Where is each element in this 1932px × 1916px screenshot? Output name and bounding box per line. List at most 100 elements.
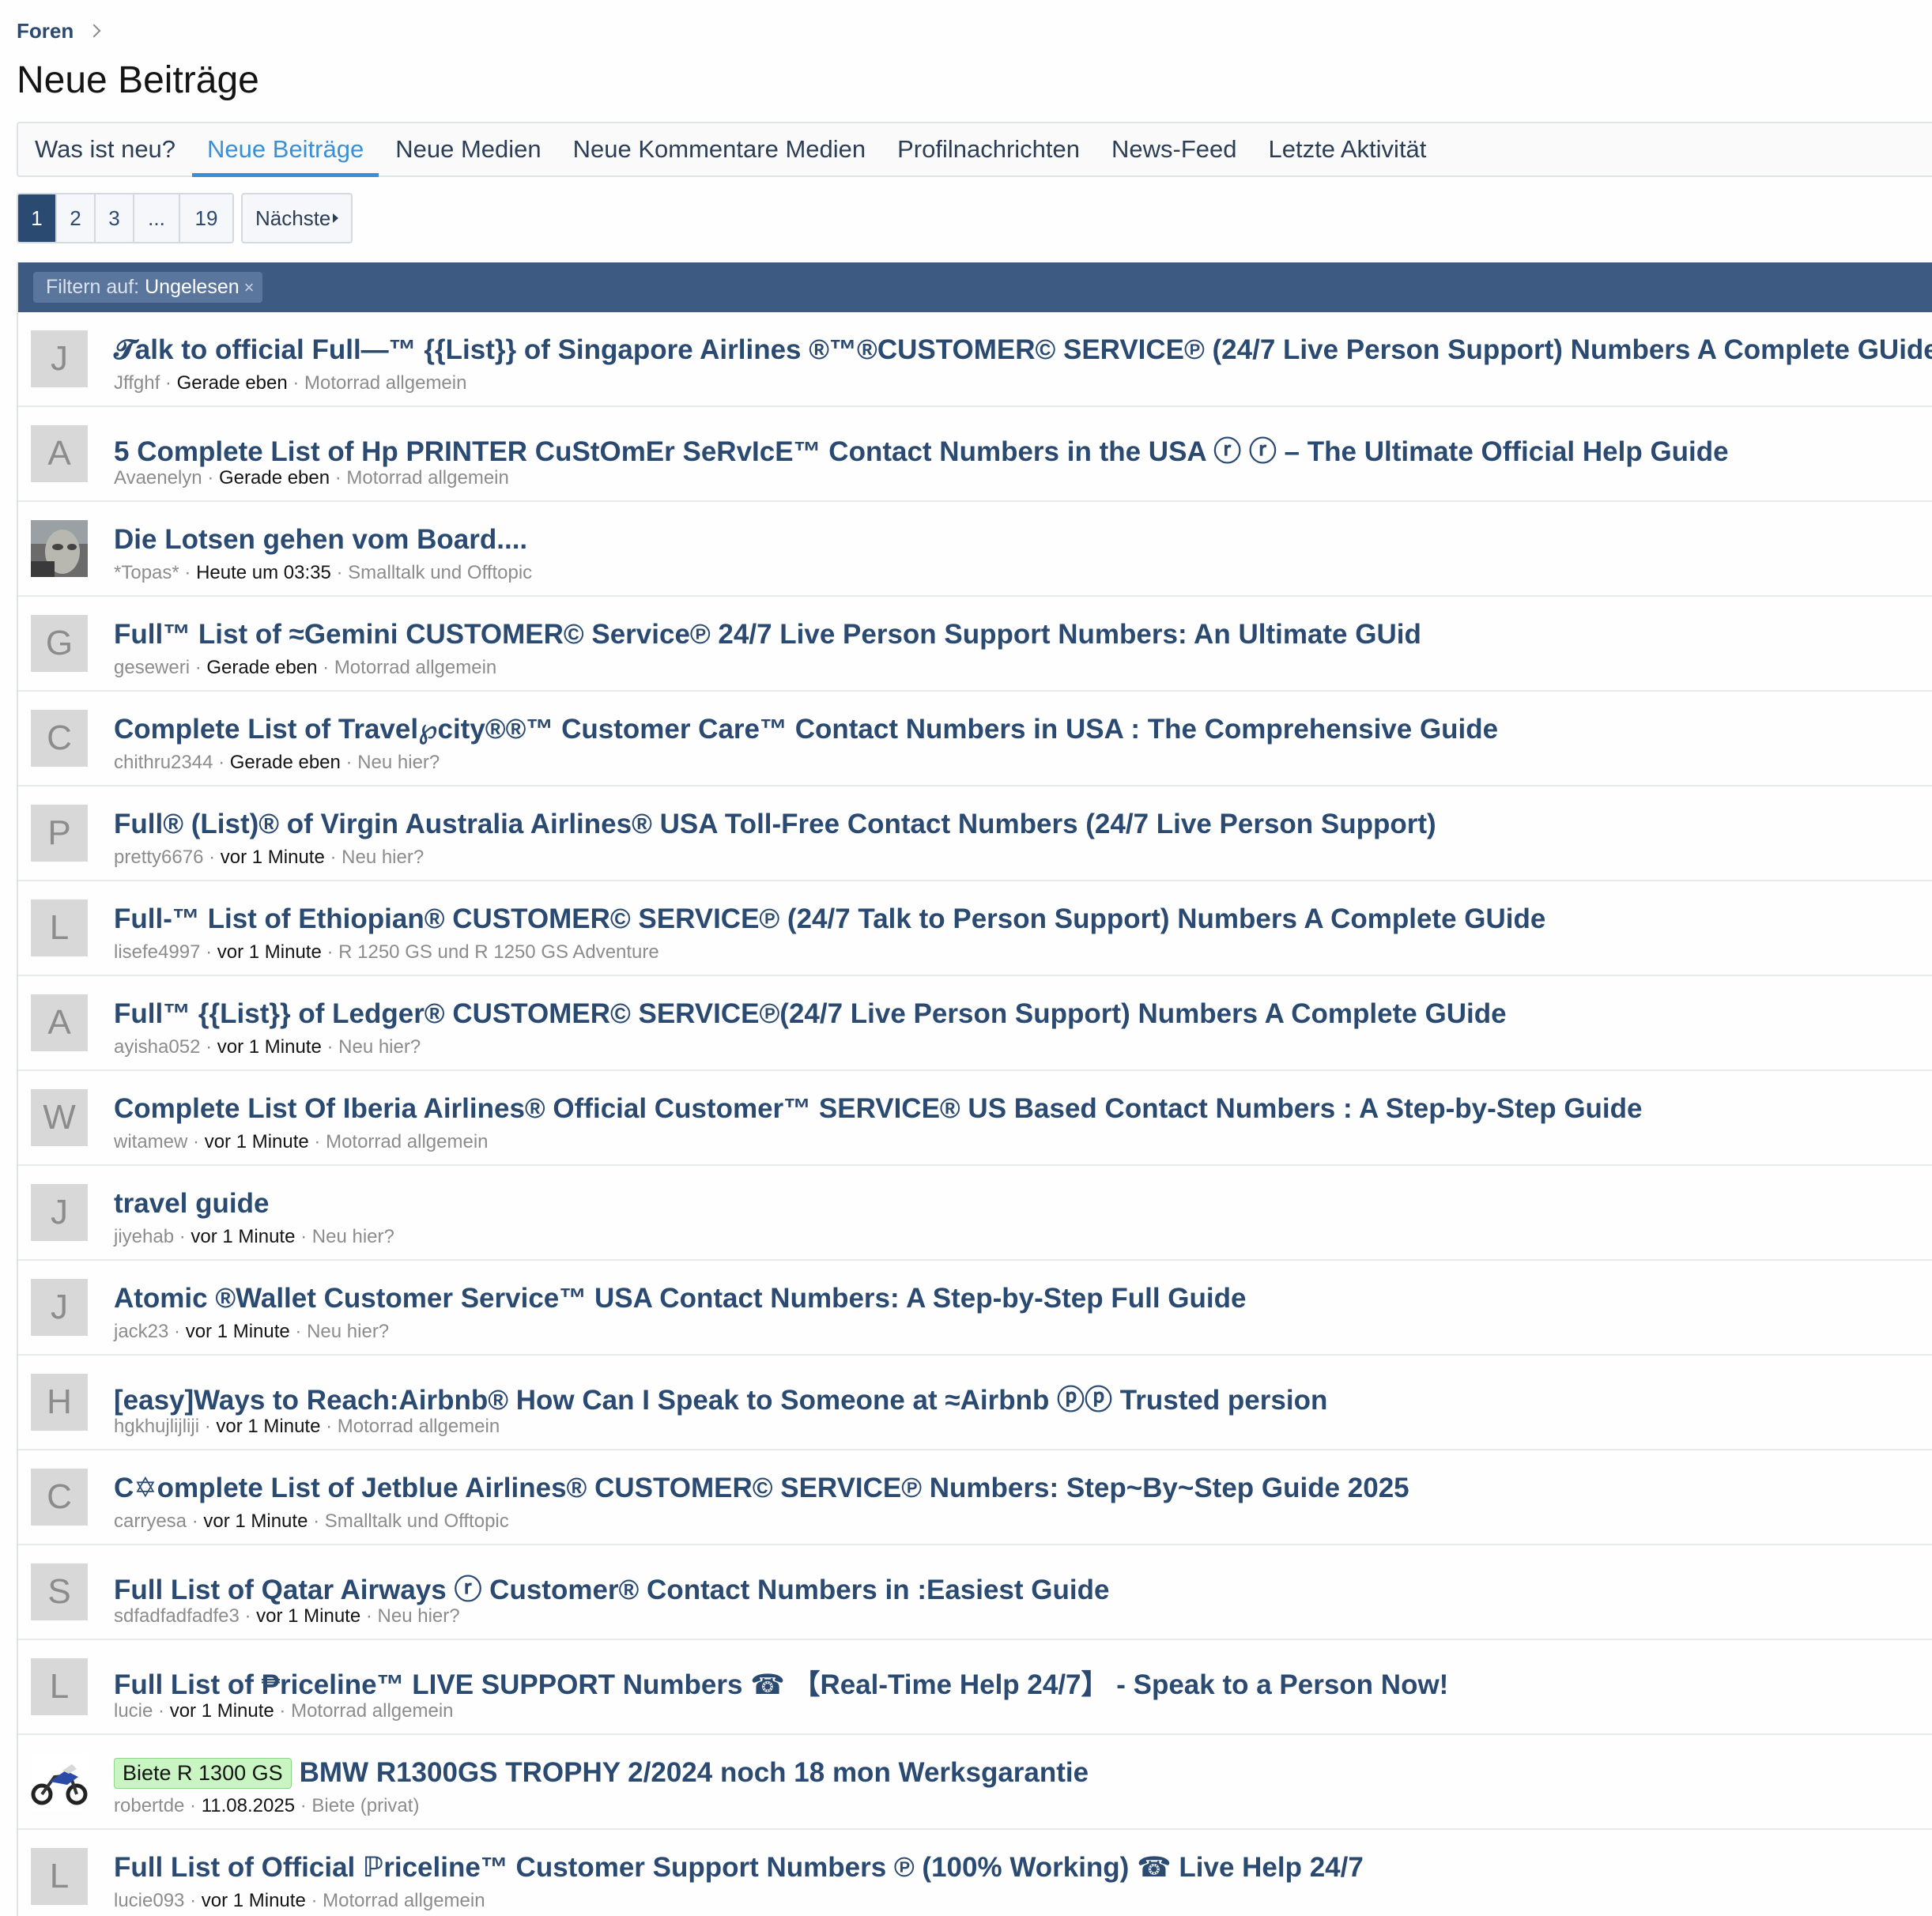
thread-time[interactable]: vor 1 Minute bbox=[216, 1416, 320, 1437]
thread-title-link[interactable]: Full List of ₱riceline™ LIVE SUPPORT Num… bbox=[114, 1662, 1448, 1703]
thread-author-link[interactable]: jiyehab bbox=[114, 1226, 174, 1247]
thread-time[interactable]: Heute um 03:35 bbox=[196, 562, 331, 583]
avatar[interactable] bbox=[31, 1753, 88, 1810]
thread-author-link[interactable]: *Topas* bbox=[114, 562, 179, 583]
thread-title-link[interactable]: Full™ List of ≈Gemini CUSTOMER© Service℗… bbox=[114, 619, 1421, 651]
tab-3[interactable]: Neue Kommentare Medien bbox=[573, 123, 866, 175]
thread-title-link[interactable]: Complete List of Travel℘city®®™ Customer… bbox=[114, 714, 1498, 745]
breadcrumb-foren-link[interactable]: Foren bbox=[17, 19, 74, 43]
tab-4[interactable]: Profilnachrichten bbox=[897, 123, 1080, 175]
thread-title-link[interactable]: Full® (List)® of Virgin Australia Airlin… bbox=[114, 809, 1436, 840]
thread-author-link[interactable]: carryesa bbox=[114, 1511, 187, 1532]
avatar-letter[interactable]: L bbox=[31, 1658, 88, 1715]
thread-title-link[interactable]: Full-™ List of Ethiopian® CUSTOMER© SERV… bbox=[114, 903, 1545, 935]
thread-title-link[interactable]: Complete List Of Iberia Airlines® Offici… bbox=[114, 1093, 1643, 1125]
avatar-letter[interactable]: J bbox=[31, 330, 88, 387]
avatar-letter[interactable]: C bbox=[31, 710, 88, 767]
avatar-letter[interactable]: H bbox=[31, 1374, 88, 1431]
thread-forum-link[interactable]: Motorrad allgemein bbox=[291, 1700, 453, 1722]
page-3-button[interactable]: 3 bbox=[96, 194, 134, 242]
thread-author-link[interactable]: Avaenelyn bbox=[114, 467, 202, 488]
thread-forum-link[interactable]: Motorrad allgemein bbox=[334, 657, 496, 678]
thread-time[interactable]: vor 1 Minute bbox=[186, 1321, 290, 1342]
thread-title-link[interactable]: [easy]Ways to Reach:Airbnb® How Can I Sp… bbox=[114, 1378, 1327, 1418]
thread-author-link[interactable]: hgkhujlijliji bbox=[114, 1416, 199, 1437]
thread-time[interactable]: Gerade eben bbox=[230, 752, 341, 773]
next-page-button[interactable]: Nächste bbox=[241, 193, 353, 243]
thread-author-link[interactable]: ayisha052 bbox=[114, 1036, 200, 1058]
close-icon[interactable]: × bbox=[244, 277, 255, 298]
thread-title-link[interactable]: Die Lotsen gehen vom Board.... bbox=[114, 524, 527, 556]
thread-forum-link[interactable]: Neu hier? bbox=[307, 1321, 389, 1342]
thread-forum-link[interactable]: Neu hier? bbox=[357, 752, 440, 773]
avatar-letter[interactable]: J bbox=[31, 1279, 88, 1336]
thread-forum-link[interactable]: Motorrad allgemein bbox=[338, 1416, 500, 1437]
thread-title-link[interactable]: Atomic ®Wallet Customer Service™ USA Con… bbox=[114, 1283, 1246, 1314]
thread-forum-link[interactable]: Neu hier? bbox=[312, 1226, 394, 1247]
thread-time[interactable]: vor 1 Minute bbox=[205, 1131, 309, 1152]
thread-time[interactable]: vor 1 Minute bbox=[221, 847, 325, 868]
thread-time[interactable]: vor 1 Minute bbox=[256, 1605, 360, 1627]
thread-forum-link[interactable]: Neu hier? bbox=[378, 1605, 460, 1627]
thread-title-link[interactable]: C✡omplete List of Jetblue Airlines® CUST… bbox=[114, 1473, 1409, 1504]
tab-1[interactable]: Neue Beiträge bbox=[192, 123, 379, 177]
thread-title-link[interactable]: Full™ {{List}} of Ledger® CUSTOMER© SERV… bbox=[114, 998, 1507, 1030]
thread-author-link[interactable]: geseweri bbox=[114, 657, 190, 678]
thread-author-link[interactable]: lisefe4997 bbox=[114, 941, 200, 963]
thread-author-link[interactable]: jack23 bbox=[114, 1321, 168, 1342]
thread-author-link[interactable]: Jffghf bbox=[114, 372, 160, 394]
filter-chip-unread[interactable]: Filtern auf: Ungelesen × bbox=[33, 272, 262, 303]
thread-forum-link[interactable]: Biete (privat) bbox=[311, 1795, 419, 1816]
page-ellipsis[interactable]: ... bbox=[134, 194, 180, 242]
thread-author-link[interactable]: pretty6676 bbox=[114, 847, 203, 868]
thread-time[interactable]: vor 1 Minute bbox=[203, 1511, 308, 1532]
thread-forum-link[interactable]: R 1250 GS und R 1250 GS Adventure bbox=[338, 941, 659, 963]
thread-time[interactable]: Gerade eben bbox=[219, 467, 330, 488]
tab-2[interactable]: Neue Medien bbox=[395, 123, 541, 175]
page-19-button[interactable]: 19 bbox=[180, 194, 232, 242]
avatar-letter[interactable]: W bbox=[31, 1089, 88, 1146]
thread-author-link[interactable]: witamew bbox=[114, 1131, 187, 1152]
tab-0[interactable]: Was ist neu? bbox=[35, 123, 175, 175]
avatar-letter[interactable]: A bbox=[31, 994, 88, 1051]
thread-author-link[interactable]: chithru2344 bbox=[114, 752, 213, 773]
page-2-button[interactable]: 2 bbox=[57, 194, 96, 242]
thread-forum-link[interactable]: Motorrad allgemein bbox=[326, 1131, 488, 1152]
thread-title-link[interactable]: 5 Complete List of Hp PRINTER CuStOmEr S… bbox=[114, 429, 1729, 470]
thread-forum-link[interactable]: Motorrad allgemein bbox=[304, 372, 466, 394]
thread-title-link[interactable]: Full List of Qatar Airways ⓡ Customer® C… bbox=[114, 1567, 1109, 1608]
thread-forum-link[interactable]: Neu hier? bbox=[341, 847, 424, 868]
thread-prefix-badge[interactable]: Biete R 1300 GS bbox=[114, 1757, 292, 1789]
avatar-letter[interactable]: S bbox=[31, 1563, 88, 1620]
avatar-letter[interactable]: P bbox=[31, 805, 88, 862]
avatar-letter[interactable]: G bbox=[31, 615, 88, 672]
thread-author-link[interactable]: lucie bbox=[114, 1700, 153, 1722]
thread-title-link[interactable]: Full List of Official ℙriceline™ Custome… bbox=[114, 1852, 1364, 1884]
thread-author-link[interactable]: sdfadfadfadfe3 bbox=[114, 1605, 240, 1627]
thread-title-link[interactable]: 𝓣alk to official Full—™ {{List}} of Sing… bbox=[114, 334, 1932, 366]
thread-forum-link[interactable]: Neu hier? bbox=[338, 1036, 421, 1058]
thread-time[interactable]: vor 1 Minute bbox=[217, 941, 322, 963]
thread-time[interactable]: vor 1 Minute bbox=[202, 1890, 306, 1911]
thread-forum-link[interactable]: Motorrad allgemein bbox=[323, 1890, 485, 1911]
avatar-letter[interactable]: J bbox=[31, 1184, 88, 1241]
tab-6[interactable]: Letzte Aktivität bbox=[1269, 123, 1427, 175]
avatar-letter[interactable]: L bbox=[31, 1848, 88, 1905]
thread-author-link[interactable]: lucie093 bbox=[114, 1890, 184, 1911]
tab-5[interactable]: News-Feed bbox=[1111, 123, 1237, 175]
thread-title-link[interactable]: Biete R 1300 GS BMW R1300GS TROPHY 2/2024… bbox=[114, 1757, 1089, 1789]
page-1-button[interactable]: 1 bbox=[18, 194, 57, 242]
avatar-letter[interactable]: A bbox=[31, 425, 88, 482]
thread-time[interactable]: vor 1 Minute bbox=[191, 1226, 295, 1247]
thread-time[interactable]: vor 1 Minute bbox=[170, 1700, 274, 1722]
avatar[interactable] bbox=[31, 520, 88, 577]
thread-time[interactable]: vor 1 Minute bbox=[217, 1036, 322, 1058]
thread-time[interactable]: Gerade eben bbox=[206, 657, 317, 678]
thread-forum-link[interactable]: Motorrad allgemein bbox=[346, 467, 508, 488]
avatar-letter[interactable]: C bbox=[31, 1469, 88, 1526]
thread-time[interactable]: Gerade eben bbox=[177, 372, 288, 394]
thread-author-link[interactable]: robertde bbox=[114, 1795, 184, 1816]
thread-forum-link[interactable]: Smalltalk und Offtopic bbox=[348, 562, 532, 583]
thread-time[interactable]: 11.08.2025 bbox=[202, 1795, 295, 1816]
avatar-letter[interactable]: L bbox=[31, 900, 88, 956]
